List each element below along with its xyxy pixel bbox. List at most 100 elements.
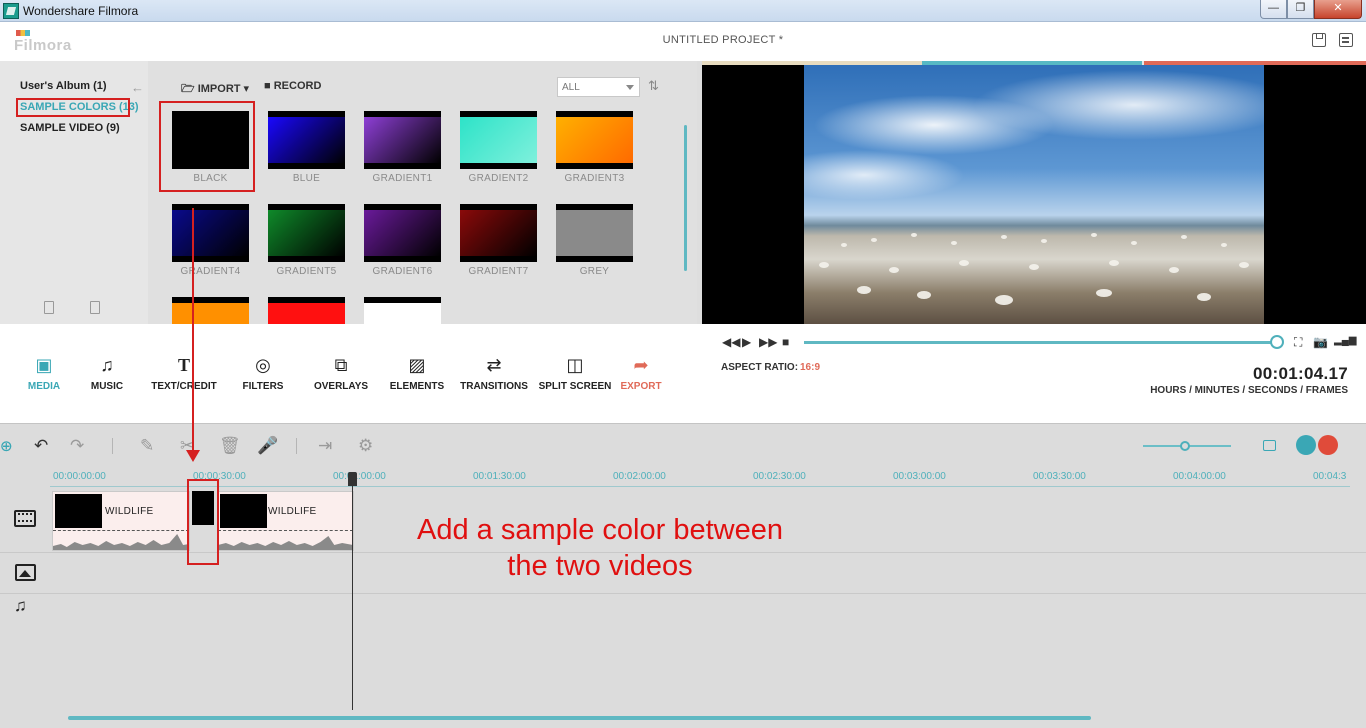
library-toolbar: 🗁 IMPORT ▾ ■ RECORD ALL ⇅ (148, 61, 697, 106)
timeline-toolbar: ↶ ↷ ✎ ✂ 🗑 🎤 ⇥ ⚙ ⊖ ⊕ (0, 424, 1366, 468)
color-swatch (364, 204, 441, 262)
thumb-label: GRADIENT5 (276, 266, 337, 277)
color-swatch (268, 204, 345, 262)
tab-text-credit[interactable]: T TEXT/CREDIT (148, 354, 220, 392)
undo-icon[interactable]: ↶ (34, 436, 48, 456)
split-icon[interactable]: ⇥ (318, 436, 332, 456)
playhead-line (352, 478, 353, 710)
color-swatch (556, 204, 633, 262)
color-swatch (364, 297, 441, 324)
fast-forward-icon[interactable]: ▶▶ (759, 335, 777, 349)
seek-handle[interactable] (1270, 335, 1284, 349)
music-icon: ♫ (100, 355, 114, 375)
sample-color-thumb[interactable]: GRADIENT2 (460, 111, 537, 197)
tab-media[interactable]: ▣ MEDIA (21, 354, 67, 392)
thumb-label: BLUE (292, 173, 321, 184)
record-button[interactable]: ■ RECORD (264, 80, 321, 92)
color-swatch (460, 204, 537, 262)
app-header: Filmora UNTITLED PROJECT * (0, 22, 1366, 61)
video-clip-wildlife-1[interactable]: WILDLIFE (52, 491, 190, 551)
video-clip-wildlife-2[interactable]: WILDLIFE (217, 491, 354, 551)
minimize-button[interactable]: — (1260, 0, 1287, 19)
elements-icon: ▨ (408, 355, 426, 375)
tab-transitions[interactable]: ⇄ TRANSITIONS (458, 354, 530, 392)
tab-split-screen[interactable]: ◫ SPLIT SCREEN (538, 354, 612, 392)
ruler-tick-label: 00:02:30:00 (753, 471, 806, 482)
import-button[interactable]: 🗁 IMPORT ▾ (181, 80, 249, 99)
fit-timeline-icon[interactable] (1263, 440, 1276, 451)
stop-icon[interactable]: ■ (782, 335, 789, 349)
back-arrow-icon[interactable]: ← (131, 80, 144, 95)
album-item-users-album[interactable]: User's Album (1) (20, 80, 107, 92)
menu-icon[interactable] (1339, 33, 1353, 47)
remove-folder-icon[interactable] (90, 301, 100, 314)
maximize-button[interactable]: ❐ (1287, 0, 1314, 19)
zoom-in-icon[interactable]: ⊕ (0, 437, 13, 455)
sample-color-thumb[interactable]: BLUE (268, 111, 345, 197)
preview-panel (702, 61, 1366, 324)
edit-icon[interactable]: ✎ (140, 436, 154, 456)
aspect-ratio-value[interactable]: 16:9 (800, 362, 820, 373)
album-item-sample-video[interactable]: SAMPLE VIDEO (9) (20, 122, 120, 134)
ruler-tick-label: 00:01:30:00 (473, 471, 526, 482)
sample-color-thumb[interactable]: GRADIENT1 (364, 111, 441, 197)
voiceover-icon[interactable]: 🎤 (257, 436, 278, 456)
save-icon[interactable] (1312, 33, 1326, 47)
timeline-scrollbar[interactable] (68, 716, 1091, 720)
chevron-down-icon: ▾ (243, 83, 250, 95)
fullscreen-icon[interactable]: ⛶ (1294, 335, 1302, 350)
snapshot-icon[interactable]: 📷 (1313, 335, 1328, 349)
filter-select[interactable]: ALL (557, 77, 640, 97)
thumb-label: GRADIENT2 (468, 173, 529, 184)
export-button[interactable]: ➦ EXPORT (615, 354, 667, 392)
thumb-label: GRADIENT7 (468, 266, 529, 277)
add-folder-icon[interactable] (44, 301, 54, 314)
thumb-label: GREY (579, 266, 610, 277)
transitions-icon: ⇄ (486, 355, 502, 375)
sample-color-thumb[interactable]: GREY (556, 204, 633, 290)
delete-icon[interactable]: 🗑 (219, 436, 241, 456)
tab-overlays[interactable]: ⧉ OVERLAYS (312, 354, 370, 392)
sample-color-thumb[interactable]: GRADIENT4 (172, 204, 249, 290)
settings-icon[interactable]: ⚙ (358, 436, 373, 456)
thumb-label: GRADIENT3 (564, 173, 625, 184)
video-track-icon (14, 510, 36, 527)
sample-color-thumb[interactable]: GRADIENT6 (364, 204, 441, 290)
ruler-tick-label: 00:03:30:00 (1033, 471, 1086, 482)
ruler-line (50, 486, 1350, 487)
sample-color-thumb[interactable]: GRADIENT3 (556, 111, 633, 197)
color-swatch (172, 204, 249, 262)
annotation-text: Add a sample color between the two video… (417, 514, 783, 582)
filters-icon: ◎ (255, 355, 271, 375)
playhead-handle[interactable] (348, 472, 357, 486)
record-icon[interactable] (1318, 435, 1338, 455)
close-button[interactable]: ✕ (1314, 0, 1362, 19)
library-scrollbar[interactable] (684, 125, 687, 271)
rewind-icon[interactable]: ◀◀ (722, 335, 740, 349)
marker-icon[interactable] (1296, 435, 1316, 455)
music-track-icon: ♫ (14, 596, 27, 615)
sort-icon[interactable]: ⇅ (648, 78, 664, 94)
redo-icon[interactable]: ↷ (70, 436, 84, 456)
tab-filters[interactable]: ◎ FILTERS (239, 354, 287, 392)
timeline: ↶ ↷ ✎ ✂ 🗑 🎤 ⇥ ⚙ ⊖ ⊕ 00:00:00:00 00:00:30:… (0, 423, 1366, 728)
sample-color-thumb[interactable]: GRADIENT5 (268, 204, 345, 290)
sample-color-thumb[interactable] (172, 297, 249, 324)
sample-color-thumb[interactable] (268, 297, 345, 324)
text-icon: T (177, 355, 190, 375)
tab-music[interactable]: ♫ MUSIC (84, 354, 130, 392)
window-title: Wondershare Filmora (23, 4, 139, 18)
sample-color-thumb[interactable] (364, 297, 441, 324)
tab-elements[interactable]: ▨ ELEMENTS (388, 354, 446, 392)
media-icon: ▣ (35, 355, 53, 375)
sample-color-thumb[interactable]: GRADIENT7 (460, 204, 537, 290)
volume-icon[interactable]: ▂▄▆ (1334, 335, 1356, 346)
time-ruler[interactable]: 00:00:00:00 00:00:30:00 00:01:00:00 00:01:3… (50, 468, 1350, 488)
ruler-tick-label: 00:02:00:00 (613, 471, 666, 482)
play-icon[interactable]: ▶ (742, 335, 751, 349)
camera-icon: ■ (264, 80, 271, 92)
color-swatch (460, 111, 537, 169)
window-titlebar: Wondershare Filmora — ❐ ✕ (0, 0, 1366, 22)
zoom-slider-handle[interactable] (1180, 441, 1190, 451)
seek-bar[interactable] (804, 341, 1276, 344)
